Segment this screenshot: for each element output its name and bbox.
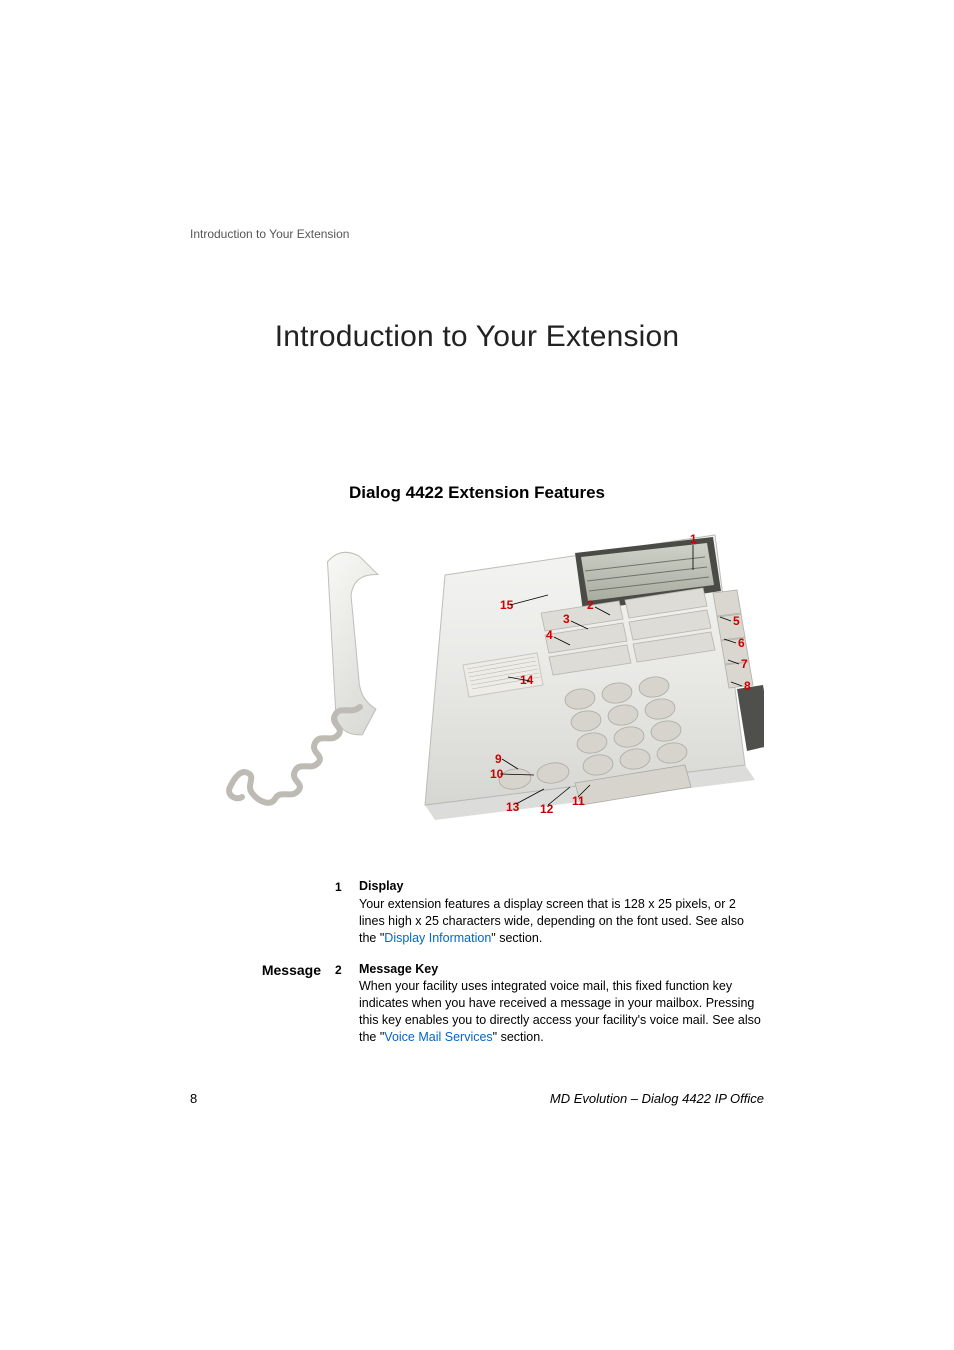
callout-6: 6 xyxy=(738,636,745,650)
feature-number: 2 xyxy=(335,961,359,1046)
section-title: Dialog 4422 Extension Features xyxy=(0,483,954,503)
callout-1: 1 xyxy=(690,532,697,546)
phone-illustration: 1 2 3 4 5 6 7 8 9 10 11 12 13 14 15 xyxy=(190,525,764,820)
phone-figure: 1 2 3 4 5 6 7 8 9 10 11 12 13 14 15 xyxy=(190,525,764,820)
feature-title: Display xyxy=(359,878,764,895)
feature-item-1: 1 Display Your extension features a disp… xyxy=(190,878,764,947)
feature-item-2: Message 2 Message Key When your facility… xyxy=(190,961,764,1046)
callout-4: 4 xyxy=(546,628,553,642)
link-voice-mail-services[interactable]: Voice Mail Services xyxy=(384,1030,492,1044)
feature-left-label xyxy=(190,878,335,947)
feature-left-label: Message xyxy=(190,961,335,1046)
callout-5: 5 xyxy=(733,614,740,628)
callout-14: 14 xyxy=(520,673,534,687)
callout-12: 12 xyxy=(540,802,554,816)
callout-2: 2 xyxy=(587,598,594,612)
callout-9: 9 xyxy=(495,752,502,766)
page-title: Introduction to Your Extension xyxy=(0,320,954,354)
callout-3: 3 xyxy=(563,612,570,626)
feature-number: 1 xyxy=(335,878,359,947)
callout-8: 8 xyxy=(744,679,751,693)
feature-body-after: " section. xyxy=(493,1030,544,1044)
feature-title: Message Key xyxy=(359,961,764,978)
callout-13: 13 xyxy=(506,800,520,814)
link-display-information[interactable]: Display Information xyxy=(384,931,491,945)
running-header: Introduction to Your Extension xyxy=(190,227,349,241)
feature-body-after: " section. xyxy=(491,931,542,945)
footer-model: MD Evolution – Dialog 4422 IP Office xyxy=(550,1091,764,1106)
callout-7: 7 xyxy=(741,657,748,671)
page-number: 8 xyxy=(190,1091,197,1106)
callout-15: 15 xyxy=(500,598,514,612)
